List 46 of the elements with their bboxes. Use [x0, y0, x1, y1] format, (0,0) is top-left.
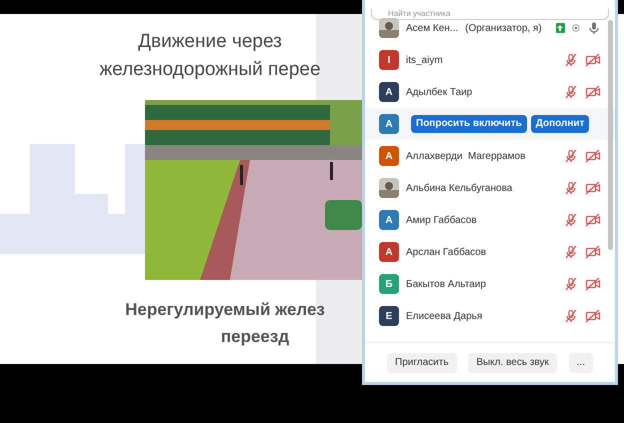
mic-icon[interactable]	[587, 21, 601, 35]
video-off-icon[interactable]	[585, 245, 601, 259]
muted-mic-icon[interactable]	[564, 181, 578, 195]
slide-caption: Нерегулируемый желез	[125, 299, 325, 321]
slide-title: Движение через	[138, 30, 282, 54]
muted-mic-icon[interactable]	[564, 85, 578, 99]
record-icon[interactable]	[572, 23, 580, 33]
video-off-icon[interactable]	[585, 213, 601, 227]
participant-name: Аллахверди Магеррамов	[406, 150, 526, 164]
action-button[interactable]: Дополнит	[530, 115, 590, 133]
avatar: A	[379, 114, 399, 134]
participant-name: Амир Габбасов	[406, 214, 477, 228]
footer-button[interactable]: ...	[568, 352, 593, 372]
avatar: Б	[379, 274, 399, 294]
muted-mic-icon[interactable]	[564, 309, 578, 323]
muted-mic-icon[interactable]	[564, 245, 578, 259]
video-off-icon[interactable]	[585, 181, 601, 195]
muted-mic-icon[interactable]	[564, 213, 578, 227]
participant-name: Адылбек Таир	[406, 86, 472, 100]
avatar: A	[379, 82, 399, 102]
avatar: A	[379, 146, 399, 166]
avatar: E	[379, 306, 399, 326]
participant-role: (Организатор, я)	[465, 22, 542, 36]
muted-mic-icon[interactable]	[564, 53, 578, 67]
avatar: A	[379, 242, 399, 262]
share-icon[interactable]	[556, 23, 566, 33]
participant-name: Бакытов Альтаир	[406, 278, 486, 292]
participant-name: its_aiym	[406, 54, 443, 68]
avatar: I	[379, 50, 399, 70]
video-off-icon[interactable]	[585, 309, 601, 323]
video-off-icon[interactable]	[585, 277, 601, 291]
muted-mic-icon[interactable]	[564, 149, 578, 163]
video-off-icon[interactable]	[585, 53, 601, 67]
video-off-icon[interactable]	[585, 149, 601, 163]
participant-name: Альбина Кельбуганова	[406, 182, 512, 196]
slide-title: железнодорожный перее	[99, 58, 321, 82]
video-off-icon[interactable]	[585, 85, 601, 99]
participant-name: Асем Кен...	[406, 22, 458, 36]
footer-button[interactable]: Выкл. весь звук	[468, 352, 557, 372]
participant-name: Арслан Габбасов	[406, 246, 486, 260]
footer-button[interactable]: Пригласить	[387, 352, 457, 372]
participant-name: Елисеева Дарья	[406, 310, 482, 324]
avatar: A	[379, 210, 399, 230]
muted-mic-icon[interactable]	[564, 277, 578, 291]
action-button[interactable]: Попросить включить	[411, 115, 527, 133]
slide-caption: переезд	[220, 326, 290, 348]
